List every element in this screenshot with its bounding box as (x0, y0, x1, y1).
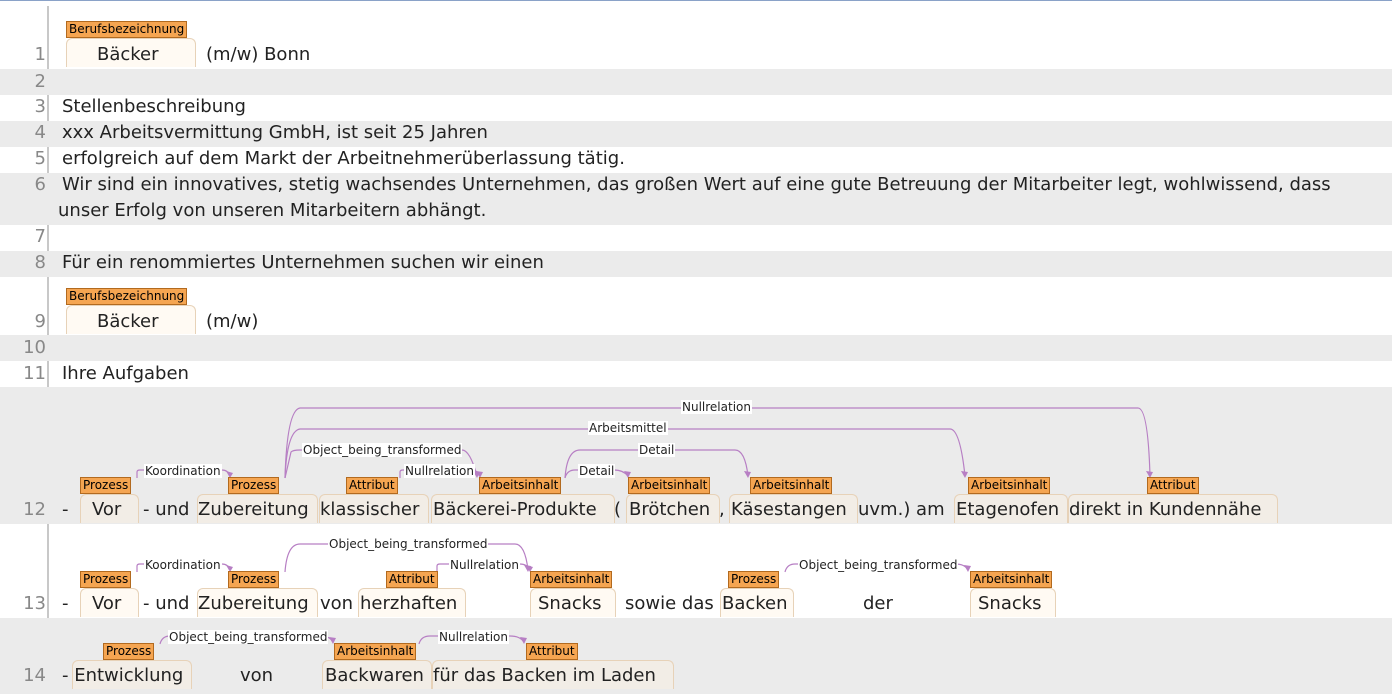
relation-label-koordination[interactable]: Koordination (144, 464, 222, 478)
line-number: 2 (34, 71, 46, 92)
line-number: 3 (34, 96, 46, 117)
entity-label-arbeitsinhalt[interactable]: Arbeitsinhalt (334, 643, 417, 660)
token-paren: ( (614, 499, 622, 520)
line-6-text: Wir sind ein innovatives, stetig wachsen… (62, 174, 1331, 195)
token-und: - und (143, 499, 190, 520)
token-entwicklung[interactable]: - Entwicklung (62, 665, 183, 686)
relation-label-object-being-transformed[interactable]: Object_being_transformed (328, 537, 489, 551)
token-kaesestangen[interactable]: Käsestangen (731, 499, 847, 520)
line-4-text: xxx Arbeitsvermittung GmbH, ist seit 25 … (62, 122, 488, 143)
entity-label-arbeitsinhalt[interactable]: Arbeitsinhalt (479, 477, 562, 494)
entity-label-arbeitsinhalt[interactable]: Arbeitsinhalt (628, 477, 711, 494)
line-number: 14 (23, 665, 46, 686)
token-fuer-das-backen-im-laden[interactable]: für das Backen im Laden (433, 665, 656, 686)
row-11 (0, 361, 1392, 387)
token-direkt-in-kundennaehe[interactable]: direkt in Kundennähe (1069, 499, 1261, 520)
entity-label-prozess[interactable]: Prozess (103, 643, 155, 660)
token-zubereitung[interactable]: Zubereitung (198, 593, 309, 614)
entity-label-berufsbezeichnung[interactable]: Berufsbezeichnung (66, 288, 188, 305)
token-etagenofen[interactable]: Etagenofen (956, 499, 1059, 520)
token-vor[interactable]: Vor (92, 499, 121, 520)
line-number: 10 (23, 337, 46, 358)
line-number: 12 (23, 499, 46, 520)
token-von: von (320, 593, 354, 614)
line-number: 13 (23, 593, 46, 614)
token-sowie-das: sowie das (625, 593, 714, 614)
entity-label-attribut[interactable]: Attribut (386, 571, 438, 588)
entity-label-prozess[interactable]: Prozess (80, 477, 132, 494)
line-number: 11 (23, 363, 46, 384)
token-klassischer[interactable]: klassischer (320, 499, 419, 520)
entity-label-arbeitsinhalt[interactable]: Arbeitsinhalt (970, 571, 1053, 588)
entity-label-berufsbezeichnung[interactable]: Berufsbezeichnung (66, 21, 188, 38)
relation-label-object-being-transformed[interactable]: Object_being_transformed (302, 443, 463, 457)
entity-label-arbeitsinhalt[interactable]: Arbeitsinhalt (968, 477, 1051, 494)
relation-label-nullrelation[interactable]: Nullrelation (438, 630, 509, 644)
token-dash: - (62, 499, 69, 520)
line-5-text: erfolgreich auf dem Markt der Arbeitnehm… (62, 148, 625, 169)
relation-label-object-being-transformed[interactable]: Object_being_transformed (168, 630, 329, 644)
line-9-text: (m/w) (206, 311, 259, 332)
line-6-text-continued: unser Erfolg von unseren Mitarbeitern ab… (58, 200, 487, 221)
token-snacks[interactable]: Snacks (978, 593, 1042, 614)
token-comma: , (719, 499, 725, 520)
line-number: 9 (34, 311, 46, 332)
token-baecker[interactable]: Bäcker (97, 311, 159, 332)
line-number: 8 (34, 252, 46, 273)
entity-label-attribut[interactable]: Attribut (1147, 477, 1199, 494)
entity-label-prozess[interactable]: Prozess (728, 571, 780, 588)
token-baecker[interactable]: Bäcker (97, 44, 159, 65)
line-number: 5 (34, 148, 46, 169)
line-number: 4 (34, 122, 46, 143)
token-snacks[interactable]: Snacks (538, 593, 602, 614)
entity-label-arbeitsinhalt[interactable]: Arbeitsinhalt (530, 571, 613, 588)
token-backwaren[interactable]: Backwaren (325, 665, 424, 686)
token-und: - und (143, 593, 190, 614)
entity-label-prozess[interactable]: Prozess (80, 571, 132, 588)
line-number: 6 (34, 174, 46, 195)
relation-label-detail[interactable]: Detail (638, 443, 676, 457)
token-dash: - (62, 593, 69, 614)
token-der: der (863, 593, 893, 614)
token-backen[interactable]: Backen (722, 593, 788, 614)
token-herzhaften[interactable]: herzhaften (360, 593, 457, 614)
relation-label-arbeitsmittel[interactable]: Arbeitsmittel (588, 421, 668, 435)
relation-label-koordination[interactable]: Koordination (144, 558, 222, 572)
entity-label-arbeitsinhalt[interactable]: Arbeitsinhalt (750, 477, 833, 494)
row-2 (0, 69, 1392, 95)
relation-label-detail[interactable]: Detail (578, 464, 616, 478)
token-von: von (240, 665, 274, 686)
token-baeckerei-produkte[interactable]: Bäckerei-Produkte (433, 499, 597, 520)
token-uvm-am: uvm.) am (858, 499, 945, 520)
line-number: 7 (34, 226, 46, 247)
relation-label-nullrelation[interactable]: Nullrelation (681, 400, 752, 414)
line-8-text: Für ein renommiertes Unternehmen suchen … (62, 252, 544, 273)
entity-label-prozess[interactable]: Prozess (228, 571, 280, 588)
entity-label-prozess[interactable]: Prozess (228, 477, 280, 494)
line-3-text: Stellenbeschreibung (62, 96, 246, 117)
relation-label-nullrelation[interactable]: Nullrelation (404, 464, 475, 478)
token-zubereitung[interactable]: Zubereitung (198, 499, 309, 520)
entity-label-attribut[interactable]: Attribut (346, 477, 398, 494)
row-10 (0, 335, 1392, 361)
top-border (0, 0, 1392, 1)
relation-label-object-being-transformed[interactable]: Object_being_transformed (798, 558, 959, 572)
row-7 (0, 225, 1392, 251)
token-vor[interactable]: Vor (92, 593, 121, 614)
relation-label-nullrelation[interactable]: Nullrelation (449, 558, 520, 572)
line-number: 1 (34, 44, 46, 65)
line-1-text: (m/w) Bonn (206, 44, 311, 65)
token-broetchen[interactable]: Brötchen (629, 499, 710, 520)
line-11-text: Ihre Aufgaben (62, 363, 189, 384)
entity-label-attribut[interactable]: Attribut (526, 643, 578, 660)
